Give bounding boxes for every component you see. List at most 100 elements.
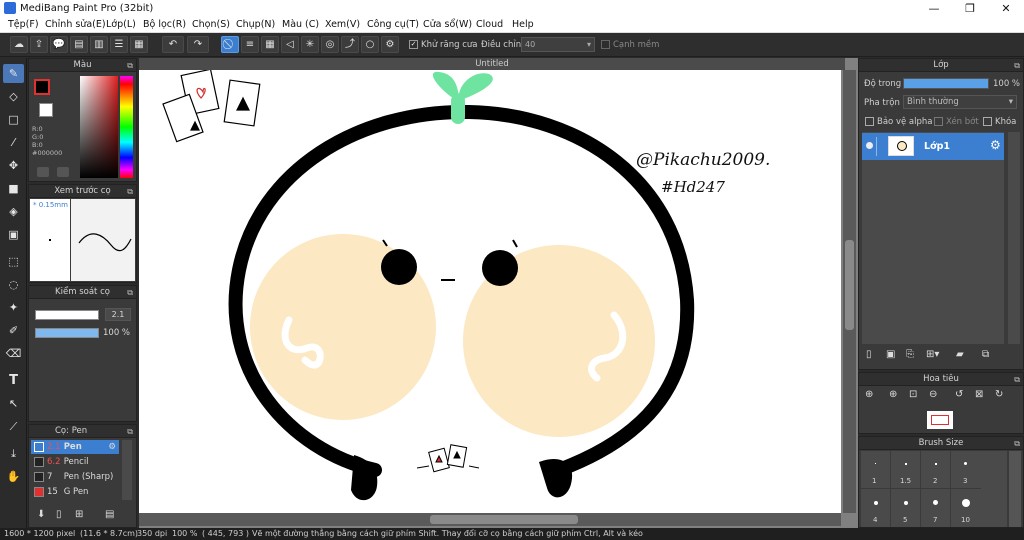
gear-icon[interactable]: ⚙ xyxy=(108,440,116,454)
zoom-in-icon[interactable]: ⊕ xyxy=(889,389,897,400)
comment-icon[interactable]: 💬 xyxy=(50,36,68,53)
drawing-canvas[interactable]: @Pikachu2009. #Hd247 xyxy=(139,70,841,513)
divide-tool-icon[interactable]: ⟋ xyxy=(3,417,24,436)
brush-settings-icon[interactable]: ▤ xyxy=(105,509,114,520)
shape-tool-icon[interactable]: □ xyxy=(3,110,24,129)
menu-window[interactable]: Cửa sổ(W) xyxy=(423,19,472,30)
brush-item-g-pen[interactable]: 15 G Pen xyxy=(31,485,119,499)
brush-size-cell[interactable]: 3 xyxy=(951,451,981,489)
menu-view[interactable]: Xem(V) xyxy=(325,19,360,30)
menu-file[interactable]: Tệp(F) xyxy=(8,19,39,30)
fit-window-icon[interactable]: ⊡ xyxy=(909,389,917,400)
brush-item-pen[interactable]: 2.1 Pen ⚙ xyxy=(31,440,119,454)
eyedropper-tool-icon[interactable]: ⤓ xyxy=(3,444,24,463)
redo-icon[interactable]: ↷ xyxy=(187,36,209,53)
menu-color[interactable]: Màu (C) xyxy=(282,19,319,30)
brush-size-cell[interactable]: 10 xyxy=(951,489,981,527)
detach-icon[interactable]: ⧉ xyxy=(1014,373,1020,386)
horizontal-scroll-thumb[interactable] xyxy=(430,515,578,524)
detach-icon[interactable]: ⧉ xyxy=(127,425,133,438)
grid-icon[interactable]: ▦ xyxy=(130,36,148,53)
menu-layer[interactable]: Lớp(L) xyxy=(106,19,136,30)
rotate-left-icon[interactable]: ↺ xyxy=(955,389,963,400)
bucket-tool-icon[interactable]: ◈ xyxy=(3,202,24,221)
perspective-snap-icon[interactable]: ◁ xyxy=(281,36,299,53)
lock-checkbox[interactable] xyxy=(983,117,992,126)
brush-list-scrollbar[interactable] xyxy=(122,440,132,500)
lasso-tool-icon[interactable]: ◌ xyxy=(3,275,24,294)
select-tool-icon[interactable]: ⬚ xyxy=(3,252,24,271)
saturation-value-picker[interactable] xyxy=(80,76,118,178)
cloud-icon[interactable]: ☁ xyxy=(10,36,28,53)
menu-tools[interactable]: Công cụ(T) xyxy=(367,19,419,30)
minimize-button[interactable]: — xyxy=(916,0,952,17)
curve-snap-icon[interactable]: ⤴ xyxy=(341,36,359,53)
cloud-brush-icon[interactable]: ⬇ xyxy=(37,509,45,520)
detach-icon[interactable]: ⧉ xyxy=(1014,59,1020,72)
new-halftone-layer-icon[interactable]: ▣ xyxy=(886,349,895,360)
brush-item-pencil[interactable]: 6.2 Pencil xyxy=(31,455,119,469)
menu-snap[interactable]: Chụp(N) xyxy=(236,19,275,30)
document-icon[interactable]: ▥ xyxy=(90,36,108,53)
menu-cloud[interactable]: Cloud xyxy=(476,19,503,30)
brush-tool-icon[interactable]: ✎ xyxy=(3,64,24,83)
gradient-tool-icon[interactable]: ▣ xyxy=(3,225,24,244)
share-icon[interactable]: ⇪ xyxy=(30,36,48,53)
circle-snap-icon[interactable]: ○ xyxy=(361,36,379,53)
select-pen-tool-icon[interactable]: ✐ xyxy=(3,321,24,340)
document-tab[interactable]: Untitled xyxy=(139,58,845,70)
hand-tool-icon[interactable]: ✋ xyxy=(3,467,24,486)
hue-slider[interactable] xyxy=(120,76,133,178)
magic-wand-tool-icon[interactable]: ✦ xyxy=(3,298,24,317)
snap-settings-icon[interactable]: ⚙ xyxy=(381,36,399,53)
add-brush-icon[interactable]: ⊞ xyxy=(75,509,83,520)
operation-tool-icon[interactable]: ↖ xyxy=(3,394,24,413)
brush-size-slider[interactable] xyxy=(35,310,99,320)
blend-mode-select[interactable]: Bình thường ▾ xyxy=(903,95,1017,109)
navigator-thumbnail[interactable] xyxy=(927,411,953,429)
brush-size-cell[interactable]: 7 xyxy=(921,489,951,527)
menu-edit[interactable]: Chỉnh sửa(E) xyxy=(45,19,106,30)
brush-size-scrollbar[interactable] xyxy=(1009,451,1021,527)
menu-filter[interactable]: Bộ lọc(R) xyxy=(143,19,186,30)
detach-icon[interactable]: ⧉ xyxy=(1014,437,1020,450)
duplicate-layer-icon[interactable]: ⎘ xyxy=(906,349,914,360)
brush-size-cell[interactable]: 1 xyxy=(861,451,891,489)
zoom-out-icon[interactable]: ⊖ xyxy=(929,389,937,400)
dot-tool-icon[interactable]: ⁄ xyxy=(3,133,24,152)
adjust-select[interactable]: 40 ▾ xyxy=(521,37,595,52)
alpha-protect-checkbox[interactable] xyxy=(865,117,874,126)
fill-rect-tool-icon[interactable]: ■ xyxy=(3,179,24,198)
gear-icon[interactable]: ⚙ xyxy=(990,138,1001,152)
new-layer-icon[interactable]: ▯ xyxy=(866,349,872,360)
parallel-snap-icon[interactable]: ≡ xyxy=(241,36,259,53)
layer-opacity-slider[interactable] xyxy=(903,78,989,89)
layer-row[interactable]: Lớp1 ⚙ xyxy=(862,133,1004,160)
folder-icon[interactable]: ▰ xyxy=(956,349,964,360)
vertical-scroll-thumb[interactable] xyxy=(845,240,854,330)
background-color-swatch[interactable] xyxy=(39,103,53,117)
detach-icon[interactable]: ⧉ xyxy=(127,185,133,198)
eye-icon[interactable] xyxy=(866,142,873,149)
radial-snap-icon[interactable]: ✳ xyxy=(301,36,319,53)
palette-icon[interactable] xyxy=(37,167,49,177)
text-tool-icon[interactable]: T xyxy=(3,371,24,390)
manage-icon[interactable]: ☰ xyxy=(110,36,128,53)
brush-size-cell[interactable]: 4 xyxy=(861,489,891,527)
snap-off-icon[interactable]: ⃠ xyxy=(221,36,239,53)
move-tool-icon[interactable]: ✥ xyxy=(3,156,24,175)
new-brush-icon[interactable]: ▯ xyxy=(56,509,62,520)
canvas-horizontal-scrollbar[interactable] xyxy=(139,513,841,526)
canvas-vertical-scrollbar[interactable] xyxy=(843,70,856,513)
detach-icon[interactable]: ⧉ xyxy=(127,286,133,299)
foreground-color-swatch[interactable] xyxy=(34,79,50,95)
eyedropper-icon[interactable] xyxy=(57,167,69,177)
rotate-right-icon[interactable]: ↻ xyxy=(995,389,1003,400)
grid-snap-icon[interactable]: ▦ xyxy=(261,36,279,53)
zoom-fit-icon[interactable]: ⊕ xyxy=(865,389,873,400)
close-button[interactable]: ✕ xyxy=(988,0,1024,17)
brush-size-value[interactable]: 2.1 xyxy=(105,308,131,321)
page-icon[interactable]: ▤ xyxy=(70,36,88,53)
detach-icon[interactable]: ⧉ xyxy=(127,59,133,72)
menu-select[interactable]: Chọn(S) xyxy=(192,19,230,30)
